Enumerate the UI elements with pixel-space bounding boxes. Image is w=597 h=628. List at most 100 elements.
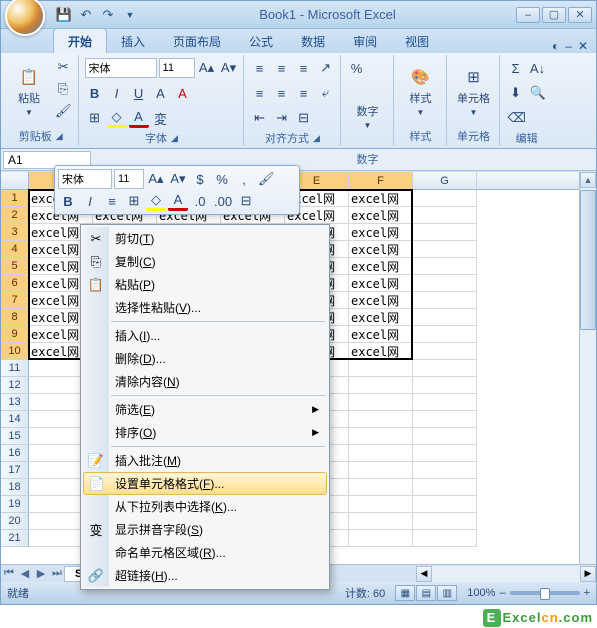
menu-item[interactable]: 📝插入批注(M)	[83, 449, 327, 472]
mini-center-icon[interactable]: ≡	[102, 191, 122, 211]
row-header[interactable]: 21	[1, 530, 29, 547]
mini-percent-icon[interactable]: %	[212, 169, 232, 189]
font-color-icon[interactable]: A	[129, 108, 149, 128]
mini-comma-icon[interactable]: ,	[234, 169, 254, 189]
align-top-icon[interactable]: ≡	[250, 58, 270, 78]
row-header[interactable]: 1	[1, 190, 29, 207]
dialog-launcher-icon[interactable]: ◢	[171, 133, 178, 144]
tab-data[interactable]: 数据	[287, 29, 339, 53]
mini-font-color-icon[interactable]: A	[168, 191, 188, 211]
cell[interactable]	[413, 411, 477, 428]
row-header[interactable]: 11	[1, 360, 29, 377]
cell[interactable]	[413, 190, 477, 207]
row-header[interactable]: 7	[1, 292, 29, 309]
menu-item[interactable]: 📄设置单元格格式(F)...	[83, 472, 327, 495]
number-button[interactable]: 数字▼	[347, 82, 389, 150]
row-header[interactable]: 3	[1, 224, 29, 241]
row-header[interactable]: 10	[1, 343, 29, 360]
clear-icon[interactable]: ⌫	[506, 108, 528, 128]
row-header[interactable]: 8	[1, 309, 29, 326]
autosum-icon[interactable]: Σ	[506, 58, 526, 78]
mini-grow-font-icon[interactable]: A▴	[146, 169, 166, 189]
find-icon[interactable]: 🔍	[528, 83, 548, 103]
tab-review[interactable]: 审阅	[339, 29, 391, 53]
cell[interactable]	[413, 462, 477, 479]
cell[interactable]	[349, 445, 413, 462]
copy-icon[interactable]: ⎘	[53, 79, 74, 99]
cell[interactable]	[413, 258, 477, 275]
cell[interactable]	[413, 530, 477, 547]
first-sheet-icon[interactable]: ⏮	[1, 566, 17, 582]
mini-italic-icon[interactable]: I	[80, 191, 100, 211]
scroll-left-icon[interactable]: ◀	[416, 566, 432, 582]
office-button[interactable]	[5, 0, 45, 36]
align-right-icon[interactable]: ≡	[294, 83, 314, 103]
font-outline-icon[interactable]: A	[151, 83, 171, 103]
mini-font-name[interactable]: 宋体	[58, 169, 112, 189]
fill-icon[interactable]: ⬇	[506, 83, 526, 103]
cut-icon[interactable]: ✂	[53, 57, 74, 77]
doc-close-icon[interactable]: ✕	[578, 39, 588, 53]
column-header[interactable]: G	[413, 172, 477, 189]
cell[interactable]: excel网	[349, 326, 413, 343]
dec-indent-icon[interactable]: ⇤	[250, 108, 270, 128]
menu-item[interactable]: 删除(D)...	[83, 347, 327, 370]
mini-shrink-font-icon[interactable]: A▾	[168, 169, 188, 189]
cell[interactable]	[413, 207, 477, 224]
cell[interactable]	[413, 326, 477, 343]
cell[interactable]	[413, 292, 477, 309]
dialog-launcher-icon[interactable]: ◢	[313, 133, 320, 144]
minimize-button[interactable]: –	[516, 7, 540, 23]
cell[interactable]	[413, 394, 477, 411]
cell[interactable]	[413, 343, 477, 360]
mini-border-icon[interactable]: ⊞	[124, 191, 144, 211]
row-header[interactable]: 17	[1, 462, 29, 479]
zoom-out-icon[interactable]: –	[499, 587, 505, 599]
qat-dropdown-icon[interactable]: ▼	[121, 6, 139, 24]
scroll-right-icon[interactable]: ▶	[580, 566, 596, 582]
row-header[interactable]: 6	[1, 275, 29, 292]
merge-icon[interactable]: ⊟	[294, 108, 314, 128]
mini-dec-decimal-icon[interactable]: .0	[190, 191, 210, 211]
mini-format-painter-icon[interactable]: 🖌	[256, 169, 277, 189]
maximize-button[interactable]: ▢	[542, 7, 566, 23]
align-bot-icon[interactable]: ≡	[294, 58, 314, 78]
align-mid-icon[interactable]: ≡	[272, 58, 292, 78]
menu-item[interactable]: 从下拉列表中选择(K)...	[83, 495, 327, 518]
row-header[interactable]: 14	[1, 411, 29, 428]
row-header[interactable]: 12	[1, 377, 29, 394]
align-center-icon[interactable]: ≡	[272, 83, 292, 103]
sort-icon[interactable]: A↓	[528, 58, 548, 78]
tab-insert[interactable]: 插入	[107, 29, 159, 53]
row-header[interactable]: 20	[1, 513, 29, 530]
font-size-box[interactable]: 11	[159, 58, 195, 78]
cells-button[interactable]: ⊞ 单元格▼	[453, 57, 495, 125]
prev-sheet-icon[interactable]: ◀	[17, 566, 33, 582]
zoom-slider[interactable]	[510, 591, 580, 595]
tab-formulas[interactable]: 公式	[235, 29, 287, 53]
page-break-icon[interactable]: ▥	[437, 585, 457, 601]
phonetic-icon[interactable]: 変	[151, 108, 171, 128]
mini-fill-icon[interactable]: ◇	[146, 191, 166, 211]
scroll-thumb[interactable]	[580, 190, 596, 330]
scroll-up-icon[interactable]: ▲	[580, 172, 596, 188]
last-sheet-icon[interactable]: ⏭	[49, 566, 65, 582]
menu-item[interactable]: 📋粘贴(P)	[83, 273, 327, 296]
format-painter-icon[interactable]: 🖌	[53, 101, 74, 121]
cell[interactable]: excel网	[349, 343, 413, 360]
cell[interactable]	[349, 411, 413, 428]
menu-item[interactable]: 选择性粘贴(V)...	[83, 296, 327, 319]
wrap-text-icon[interactable]: ⤶	[316, 83, 336, 103]
cell[interactable]	[413, 496, 477, 513]
cell[interactable]	[349, 360, 413, 377]
percent-icon[interactable]: %	[347, 58, 367, 78]
align-left-icon[interactable]: ≡	[250, 83, 270, 103]
row-header[interactable]: 9	[1, 326, 29, 343]
row-header[interactable]: 19	[1, 496, 29, 513]
fill-color-icon[interactable]: ◇	[107, 108, 127, 128]
menu-item[interactable]: 命名单元格区域(R)...	[83, 541, 327, 564]
tab-view[interactable]: 视图	[391, 29, 443, 53]
row-header[interactable]: 13	[1, 394, 29, 411]
cell[interactable]	[413, 445, 477, 462]
cell[interactable]	[349, 530, 413, 547]
